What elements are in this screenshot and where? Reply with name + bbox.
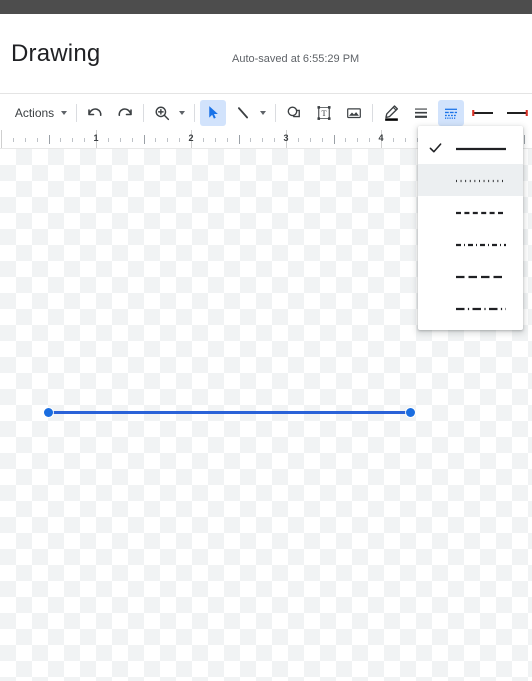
- chevron-down-icon: [178, 110, 185, 115]
- select-tool-button[interactable]: [200, 99, 226, 126]
- zoom-button[interactable]: [149, 100, 175, 126]
- ruler-tick: [333, 135, 335, 144]
- ruler-tick: [226, 138, 228, 142]
- undo-button[interactable]: [82, 100, 108, 126]
- ruler-tick: [107, 138, 109, 142]
- ruler-tick: [131, 138, 133, 142]
- line-handle-end[interactable]: [406, 408, 415, 417]
- ruler-tick: [250, 138, 252, 142]
- menu-item-dash-long-dash[interactable]: [418, 260, 523, 292]
- main-toolbar: Actions T: [0, 95, 532, 130]
- ruler-tick: [155, 138, 157, 142]
- undo-icon: [86, 104, 104, 122]
- shape-tool-button[interactable]: [281, 100, 307, 126]
- line-style-preview: [455, 238, 507, 250]
- menu-item-dash-dash-dot[interactable]: [418, 228, 523, 260]
- ruler-tick: [72, 138, 74, 142]
- menu-item-dash-solid[interactable]: [418, 132, 523, 164]
- toolbar-divider: [372, 103, 373, 122]
- page-title: Drawing: [11, 40, 101, 67]
- ruler-tick: [523, 135, 525, 144]
- ruler-tick: [143, 135, 145, 144]
- ruler-tick: [60, 138, 62, 142]
- line-start-icon: [470, 106, 496, 120]
- ruler-tick: [262, 138, 264, 142]
- redo-button[interactable]: [112, 100, 138, 126]
- ruler-tick: [309, 138, 311, 142]
- line-style-preview: [455, 174, 507, 186]
- drawn-line-shape[interactable]: [48, 411, 410, 414]
- ruler-number: 3: [283, 133, 289, 143]
- chevron-down-icon: [259, 110, 266, 115]
- pencil-icon: [382, 103, 401, 122]
- ruler-tick: [167, 138, 169, 142]
- toolbar-divider: [275, 103, 276, 122]
- toolbar-divider: [76, 103, 77, 122]
- image-icon: [345, 104, 363, 122]
- toolbar-divider: [194, 103, 195, 122]
- ruler-tick: [179, 138, 181, 142]
- line-style-preview: [455, 270, 507, 282]
- ruler-tick: [321, 138, 323, 142]
- line-end-icon: [504, 106, 530, 120]
- cursor-arrow-icon: [205, 104, 222, 121]
- ruler-number: 2: [188, 133, 194, 143]
- ruler-tick: [84, 138, 86, 142]
- line-end-button[interactable]: [502, 100, 532, 126]
- svg-text:T: T: [321, 109, 326, 118]
- line-tool-button[interactable]: [230, 100, 256, 126]
- menu-item-dash-dashed[interactable]: [418, 196, 523, 228]
- ruler-tick: [48, 135, 50, 144]
- image-tool-button[interactable]: [341, 100, 367, 126]
- line-weight-icon: [412, 104, 430, 122]
- ruler-tick: [36, 138, 38, 142]
- check-icon: [429, 142, 442, 155]
- ruler-number: 4: [378, 133, 384, 143]
- line-style-preview: [455, 206, 507, 218]
- ruler-tick: [12, 138, 14, 142]
- drawing-app-window: Drawing Auto-saved at 6:55:29 PM Actions: [0, 0, 532, 681]
- ruler-tick: [392, 138, 394, 142]
- window-chrome-bar: [0, 0, 532, 14]
- line-style-preview: [455, 302, 507, 314]
- ruler-tick: [404, 138, 406, 142]
- text-box-tool-button[interactable]: T: [311, 100, 337, 126]
- menu-item-dash-dotted[interactable]: [418, 164, 523, 196]
- document-header: Drawing Auto-saved at 6:55:29 PM: [0, 14, 532, 94]
- autosave-status: Auto-saved at 6:55:29 PM: [232, 53, 360, 65]
- shape-icon: [285, 104, 303, 122]
- ruler-tick: [1, 130, 2, 148]
- ruler-tick: [214, 138, 216, 142]
- line-tool-dropdown-button[interactable]: [256, 100, 270, 126]
- chevron-down-icon: [61, 110, 68, 115]
- zoom-dropdown-button[interactable]: [175, 100, 189, 126]
- border-dash-icon: [442, 104, 460, 122]
- zoom-in-icon: [153, 104, 171, 122]
- ruler-tick: [369, 138, 371, 142]
- ruler-tick: [357, 138, 359, 142]
- redo-icon: [116, 104, 134, 122]
- border-color-button[interactable]: [378, 100, 404, 126]
- ruler-tick: [119, 138, 121, 142]
- ruler-tick: [274, 138, 276, 142]
- line-style-preview: [455, 142, 507, 154]
- text-box-icon: T: [315, 104, 333, 122]
- ruler-number: 1: [93, 133, 99, 143]
- ruler-tick: [238, 135, 240, 144]
- toolbar-divider: [143, 103, 144, 122]
- ruler-tick: [24, 138, 26, 142]
- ruler-tick: [297, 138, 299, 142]
- ruler-tick: [345, 138, 347, 142]
- line-handle-start[interactable]: [44, 408, 53, 417]
- line-icon: [234, 104, 252, 122]
- menu-item-dash-long-dash-dot[interactable]: [418, 292, 523, 324]
- border-dash-button[interactable]: [438, 99, 464, 126]
- actions-menu-button[interactable]: Actions: [7, 100, 71, 126]
- border-weight-button[interactable]: [408, 100, 434, 126]
- actions-menu-label: Actions: [14, 105, 55, 120]
- border-dash-dropdown-menu: [418, 126, 523, 330]
- ruler-tick: [202, 138, 204, 142]
- line-start-button[interactable]: [468, 100, 498, 126]
